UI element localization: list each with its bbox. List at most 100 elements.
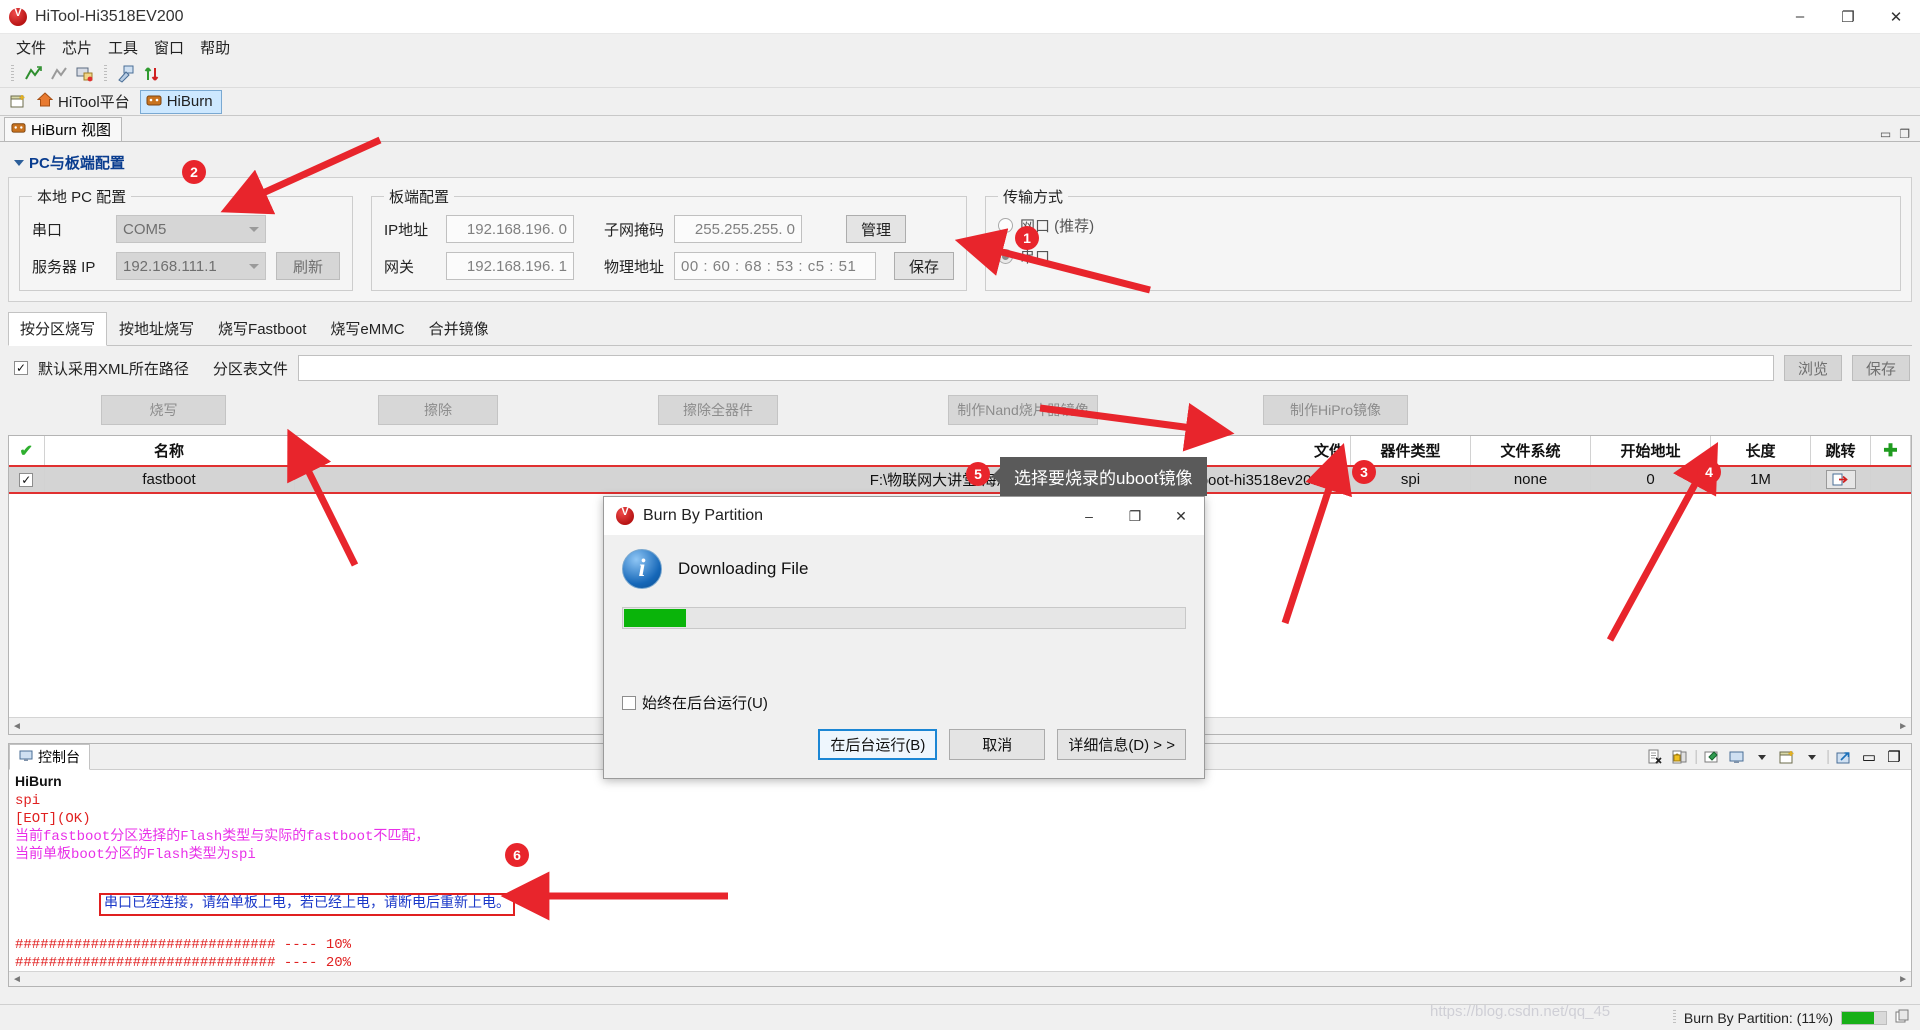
gateway-input[interactable]: 192.168.196. 1 (446, 252, 574, 280)
partition-file-label: 分区表文件 (212, 360, 288, 378)
details-button[interactable]: 详细信息(D) > > (1057, 729, 1186, 760)
run-in-background-checkbox[interactable] (622, 695, 636, 710)
dialog-body: i Downloading File 始终在后台运行(U) 在后台运行(B) 取… (604, 535, 1204, 780)
new-console-view-icon[interactable] (1833, 747, 1855, 767)
erase-button[interactable]: 擦除 (378, 395, 498, 425)
menu-item-help[interactable]: 帮助 (192, 35, 238, 60)
scroll-right-icon[interactable]: ► (1898, 974, 1908, 985)
perspective-hitool-platform[interactable]: HiTool平台 (32, 90, 138, 114)
tab-burn-by-partition[interactable]: 按分区烧写 (8, 312, 108, 346)
minimize-console-icon[interactable]: ▭ (1858, 747, 1880, 767)
erase-all-button[interactable]: 擦除全器件 (658, 395, 778, 425)
menu-item-tools[interactable]: 工具 (100, 35, 146, 60)
display-selected-console-icon[interactable] (1726, 747, 1748, 767)
transfer-option-serial[interactable]: 串口 (998, 246, 1888, 267)
subnet-mask-input[interactable]: 255.255.255. 0 (674, 215, 803, 243)
default-xml-path-checkbox[interactable] (14, 361, 28, 375)
tab-burn-by-address[interactable]: 按地址烧写 (107, 312, 206, 345)
toolbar-grip[interactable] (11, 64, 14, 83)
dialog-minimize-button[interactable]: – (1066, 497, 1112, 535)
header-length[interactable]: 长度 (1710, 436, 1811, 466)
table-row[interactable]: fastboot F:\物联网大讲堂\海思学习\官方资源\第1季\镜像\u-bo… (9, 465, 1911, 494)
upload-download-icon[interactable] (140, 63, 164, 85)
save-partition-button[interactable]: 保存 (1852, 355, 1910, 381)
server-ip-select[interactable]: 192.168.111.1 (116, 252, 266, 280)
serial-port-row: 串口 COM5 (32, 215, 340, 243)
scroll-left-icon[interactable]: ◄ (12, 974, 22, 985)
toolbar-grip-2[interactable] (104, 64, 107, 83)
tab-burn-emmc[interactable]: 烧写eMMC (318, 312, 416, 345)
burn-icon[interactable] (114, 63, 138, 85)
lock-scroll-icon[interactable] (1669, 747, 1691, 767)
row-jump-cell[interactable] (1810, 465, 1871, 494)
new-perspective-icon[interactable] (6, 91, 30, 113)
header-name[interactable]: 名称 (44, 436, 295, 466)
tab-console[interactable]: 控制台 (9, 744, 90, 770)
scroll-right-icon[interactable]: ► (1898, 721, 1908, 732)
dialog-close-button[interactable]: ✕ (1158, 497, 1204, 535)
connect-icon[interactable] (21, 63, 45, 85)
green-check-icon: ✔ (19, 442, 33, 460)
open-console-dropdown-icon[interactable] (1801, 747, 1823, 767)
console-output[interactable]: spi [EOT](OK) 当前fastboot分区选择的Flash类型与实际的… (9, 791, 1911, 993)
header-start-address[interactable]: 开始地址 (1590, 436, 1711, 466)
tab-burn-fastboot[interactable]: 烧写Fastboot (206, 312, 318, 345)
row-length[interactable]: 1M (1710, 465, 1811, 494)
pc-board-config-header[interactable]: PC与板端配置 (8, 148, 1912, 177)
header-select-all[interactable]: ✔ (9, 436, 45, 466)
tab-hiburn-view[interactable]: HiBurn 视图 (4, 117, 123, 141)
view-maximize-icon[interactable]: ❐ (1899, 127, 1910, 141)
clear-console-icon[interactable] (1644, 747, 1666, 767)
scroll-left-icon[interactable]: ◄ (12, 721, 22, 732)
maximize-console-icon[interactable]: ❐ (1883, 747, 1905, 767)
console-horizontal-scrollbar[interactable]: ◄ ► (9, 971, 1911, 986)
maximize-button[interactable]: ❐ (1824, 0, 1872, 34)
pin-console-icon[interactable] (1701, 747, 1723, 767)
row-checkbox-cell[interactable] (9, 465, 45, 494)
menu-item-file[interactable]: 文件 (8, 35, 54, 60)
board-ip-label: IP地址 (384, 221, 429, 239)
local-pc-legend: 本地 PC 配置 (37, 189, 127, 206)
menu-item-chip[interactable]: 芯片 (54, 35, 100, 60)
dialog-maximize-button[interactable]: ❐ (1112, 497, 1158, 535)
device-settings-icon[interactable] (73, 63, 97, 85)
save-board-button[interactable]: 保存 (894, 252, 955, 280)
run-in-background-button[interactable]: 在后台运行(B) (818, 729, 938, 760)
cancel-task-icon[interactable] (1895, 1009, 1910, 1027)
browse-button[interactable]: 浏览 (1784, 355, 1842, 381)
close-button[interactable]: ✕ (1872, 0, 1920, 34)
header-jump[interactable]: 跳转 (1810, 436, 1871, 466)
subnet-mask-label: 子网掩码 (604, 221, 665, 239)
disconnect-icon[interactable] (47, 63, 71, 85)
dialog-title-bar: Burn By Partition – ❐ ✕ (604, 497, 1204, 535)
transfer-option-network[interactable]: 网口 (推荐) (998, 215, 1888, 236)
manage-button[interactable]: 管理 (846, 215, 907, 243)
cancel-button[interactable]: 取消 (949, 729, 1046, 760)
tab-merge-image[interactable]: 合并镜像 (417, 312, 501, 345)
row-start-address[interactable]: 0 (1590, 465, 1711, 494)
burn-button[interactable]: 烧写 (101, 395, 226, 425)
view-minimize-icon[interactable]: ▭ (1880, 127, 1891, 141)
header-filesystem[interactable]: 文件系统 (1470, 436, 1591, 466)
row-filesystem[interactable]: none (1470, 465, 1591, 494)
perspective-label-hitool: HiTool平台 (58, 94, 130, 111)
mac-address-input[interactable]: 00 : 60 : 68 : 53 : c5 : 51 (674, 252, 877, 280)
console-dropdown-icon[interactable] (1751, 747, 1773, 767)
header-add-row[interactable]: ✚ (1870, 436, 1911, 466)
board-ip-input[interactable]: 192.168.196. 0 (446, 215, 574, 243)
open-console-icon[interactable] (1776, 747, 1798, 767)
serial-port-select[interactable]: COM5 (116, 215, 266, 243)
make-hipro-image-button[interactable]: 制作HiPro镜像 (1263, 395, 1408, 425)
minimize-button[interactable]: – (1776, 0, 1824, 34)
transfer-mode-group: 传输方式 网口 (推荐) 串口 (985, 186, 1901, 291)
row-checkbox[interactable] (19, 473, 34, 487)
menu-item-window[interactable]: 窗口 (146, 35, 192, 60)
run-in-background-row[interactable]: 始终在后台运行(U) (622, 692, 1186, 713)
make-nand-image-button[interactable]: 制作Nand烧片器镜像 (948, 395, 1098, 425)
jump-icon[interactable] (1825, 469, 1856, 489)
perspective-hiburn[interactable]: HiBurn (139, 89, 222, 114)
refresh-button[interactable]: 刷新 (276, 252, 340, 280)
partition-file-input[interactable] (297, 355, 1774, 381)
row-spacer (1870, 465, 1911, 494)
